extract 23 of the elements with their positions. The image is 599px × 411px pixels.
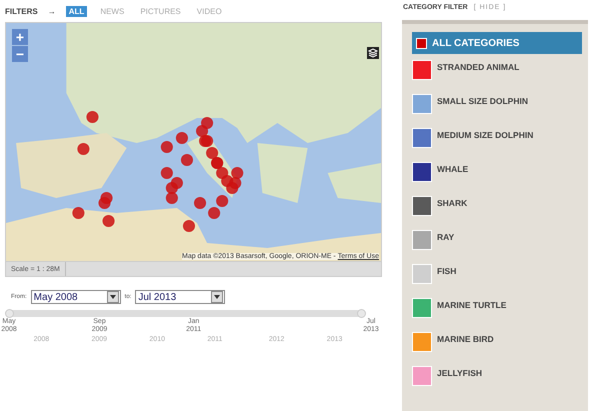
zoom-in-button[interactable]: + [12,29,28,45]
category-item[interactable]: SHARK [412,196,582,230]
category-item[interactable]: WHALE [412,162,582,196]
arrow-icon: → [48,6,56,16]
category-item[interactable]: SMALL SIZE DOLPHIN [412,94,582,128]
category-item[interactable]: ALL CATEGORIES [412,32,582,54]
category-item[interactable]: FISH [412,264,582,298]
filters-label: FILTERS [5,6,38,16]
dropdown-arrow-icon[interactable] [106,291,119,303]
dropdown-arrow-icon[interactable] [211,291,224,303]
slider-handle[interactable] [5,309,14,318]
from-date-select[interactable]: May 2008 [30,290,121,304]
to-date-select[interactable]: Jul 2013 [135,290,226,304]
category-item[interactable]: MEDIUM SIZE DOLPHIN [412,128,582,162]
date-range-slider[interactable] [4,309,366,318]
category-item[interactable]: MARINE TURTLE [412,298,582,332]
slider-handle[interactable] [357,309,366,318]
category-item[interactable]: MARINE BIRD [412,332,582,366]
layers-icon[interactable] [367,47,379,59]
category-item[interactable]: JELLYFISH [412,366,582,400]
category-item[interactable]: RAY [412,230,582,264]
category-item[interactable]: STRANDED ANIMAL [412,60,582,94]
zoom-out-button[interactable]: − [12,46,28,62]
